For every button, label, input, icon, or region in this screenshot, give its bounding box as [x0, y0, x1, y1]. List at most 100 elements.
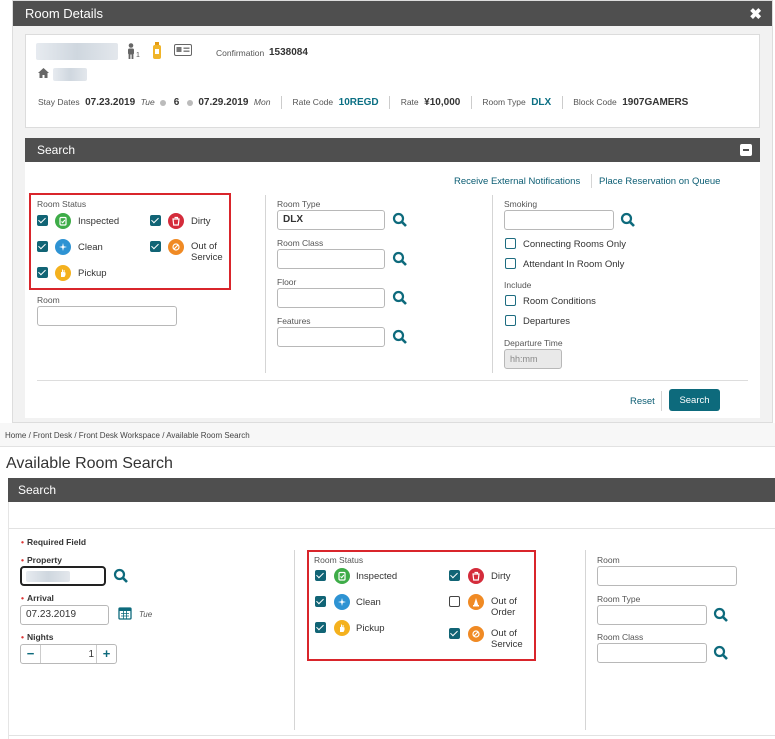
breadcrumb[interactable]: Home / Front Desk / Front Desk Workspace… — [5, 431, 250, 440]
inspected-checkbox[interactable] — [315, 570, 326, 581]
floor-search-icon[interactable] — [392, 290, 408, 306]
search-form: • Required Field • Property • Arrival 07.23… — [8, 502, 775, 739]
collapse-icon[interactable] — [740, 144, 752, 156]
floor-input[interactable] — [277, 288, 385, 308]
pickup-status-icon — [334, 620, 350, 636]
rate-value: ¥10,000 — [424, 96, 461, 108]
divider — [561, 96, 563, 109]
departure-time-label: Departure Time — [504, 338, 563, 348]
stay-info-row: Stay Dates 07.23.2019 Tue 6 07.29.2019 M… — [38, 96, 688, 109]
property-label-text: Property — [26, 555, 62, 565]
connecting-rooms-checkbox[interactable] — [505, 238, 516, 249]
room-type-search-icon[interactable] — [713, 607, 729, 623]
room-input[interactable] — [597, 566, 737, 586]
divider — [492, 195, 493, 373]
confirmation-label: Confirmation — [216, 48, 265, 58]
clean-checkbox[interactable] — [37, 241, 48, 252]
departure-time-input[interactable]: hh:mm — [504, 349, 562, 369]
pickup-label: Pickup — [356, 623, 385, 634]
smoking-input[interactable] — [504, 210, 614, 230]
rate-label: Rate — [400, 96, 419, 107]
divider — [294, 550, 295, 730]
divider — [661, 391, 662, 411]
room-class-search-icon[interactable] — [392, 251, 408, 267]
pickup-checkbox[interactable] — [37, 267, 48, 278]
required-marker: • — [21, 537, 24, 547]
page-title: Available Room Search — [6, 455, 173, 472]
pickup-checkbox[interactable] — [315, 622, 326, 633]
property-input[interactable] — [20, 566, 106, 586]
out-of-service-status-icon — [468, 626, 484, 642]
search-button[interactable]: Search — [669, 389, 720, 411]
search-section: Search Receive External Notifications Pl… — [25, 138, 760, 418]
pickup-label: Pickup — [78, 268, 107, 279]
divider — [265, 195, 266, 373]
smoking-search-icon[interactable] — [620, 212, 636, 228]
nights-value[interactable]: 1 — [88, 649, 94, 660]
room-class-input[interactable] — [597, 643, 707, 663]
room-type-search-icon[interactable] — [392, 212, 408, 228]
room-class-input[interactable] — [277, 249, 385, 269]
room-type-field-label: Room Type — [597, 594, 641, 604]
form-top-rule — [9, 528, 775, 529]
room-class-search-icon[interactable] — [713, 645, 729, 661]
stay-dates-label: Stay Dates — [38, 96, 80, 107]
decrement-button[interactable]: − — [21, 645, 41, 663]
dirty-label: Dirty — [491, 571, 511, 582]
features-field-label: Features — [277, 316, 311, 326]
nights-stepper[interactable]: − 1 + — [20, 644, 117, 664]
adults-count: 1 — [136, 52, 140, 59]
room-class-field-label: Room Class — [277, 238, 324, 248]
arrival-day: Tue — [139, 610, 153, 619]
attendant-in-room-label: Attendant In Room Only — [523, 259, 625, 270]
dirty-checkbox[interactable] — [449, 570, 460, 581]
required-marker: • — [21, 593, 24, 603]
clean-checkbox[interactable] — [315, 596, 326, 607]
arrival-day: Tue — [140, 96, 155, 107]
date-range-dot-icon — [160, 99, 167, 106]
calendar-icon[interactable] — [118, 606, 132, 622]
block-code-value: 1907GAMERS — [622, 96, 689, 108]
clean-label: Clean — [78, 242, 103, 253]
search-header: Search — [8, 478, 775, 502]
room-number-redacted — [53, 68, 87, 81]
search-header: Search — [25, 138, 760, 162]
features-input[interactable] — [277, 327, 385, 347]
arrival-input[interactable]: 07.23.2019 — [20, 605, 109, 625]
required-marker: • — [21, 632, 24, 642]
nights-label: • Nights — [21, 632, 53, 642]
guest-icon — [126, 43, 136, 61]
out-of-service-checkbox[interactable] — [150, 241, 161, 252]
room-type-label: Room Type — [482, 96, 526, 107]
room-field-label: Room — [37, 295, 60, 305]
attendant-in-room-checkbox[interactable] — [505, 258, 516, 269]
required-field-note: • Required Field — [21, 537, 86, 547]
divider — [280, 96, 282, 109]
out-of-service-checkbox[interactable] — [449, 628, 460, 639]
dirty-checkbox[interactable] — [150, 215, 161, 226]
inspected-status-icon — [55, 213, 71, 229]
room-details-dialog: Room Details ✖ 1 Confirmation 1538084 St… — [12, 0, 773, 423]
inspected-checkbox[interactable] — [37, 215, 48, 226]
reset-link[interactable]: Reset — [630, 396, 655, 407]
close-icon[interactable]: ✖ — [749, 5, 762, 23]
out-of-order-checkbox[interactable] — [449, 596, 460, 607]
room-input[interactable] — [37, 306, 177, 326]
clean-status-icon — [334, 594, 350, 610]
room-type-input[interactable] — [597, 605, 707, 625]
departures-checkbox[interactable] — [505, 315, 516, 326]
room-type-input[interactable]: DLX — [277, 210, 385, 230]
place-on-queue-link[interactable]: Place Reservation on Queue — [599, 176, 720, 187]
features-search-icon[interactable] — [392, 329, 408, 345]
property-search-icon[interactable] — [113, 568, 129, 584]
arrival-label: • Arrival — [21, 593, 54, 603]
pickup-status-icon — [55, 265, 71, 281]
breadcrumb-bar: Home / Front Desk / Front Desk Workspace… — [0, 423, 775, 447]
confirmation-number: 1538084 — [269, 47, 308, 58]
increment-button[interactable]: + — [96, 645, 116, 663]
form-bottom-rule — [9, 735, 775, 736]
receive-notifications-link[interactable]: Receive External Notifications — [454, 176, 580, 187]
clean-label: Clean — [356, 597, 381, 608]
inspected-status-icon — [334, 568, 350, 584]
room-conditions-checkbox[interactable] — [505, 295, 516, 306]
